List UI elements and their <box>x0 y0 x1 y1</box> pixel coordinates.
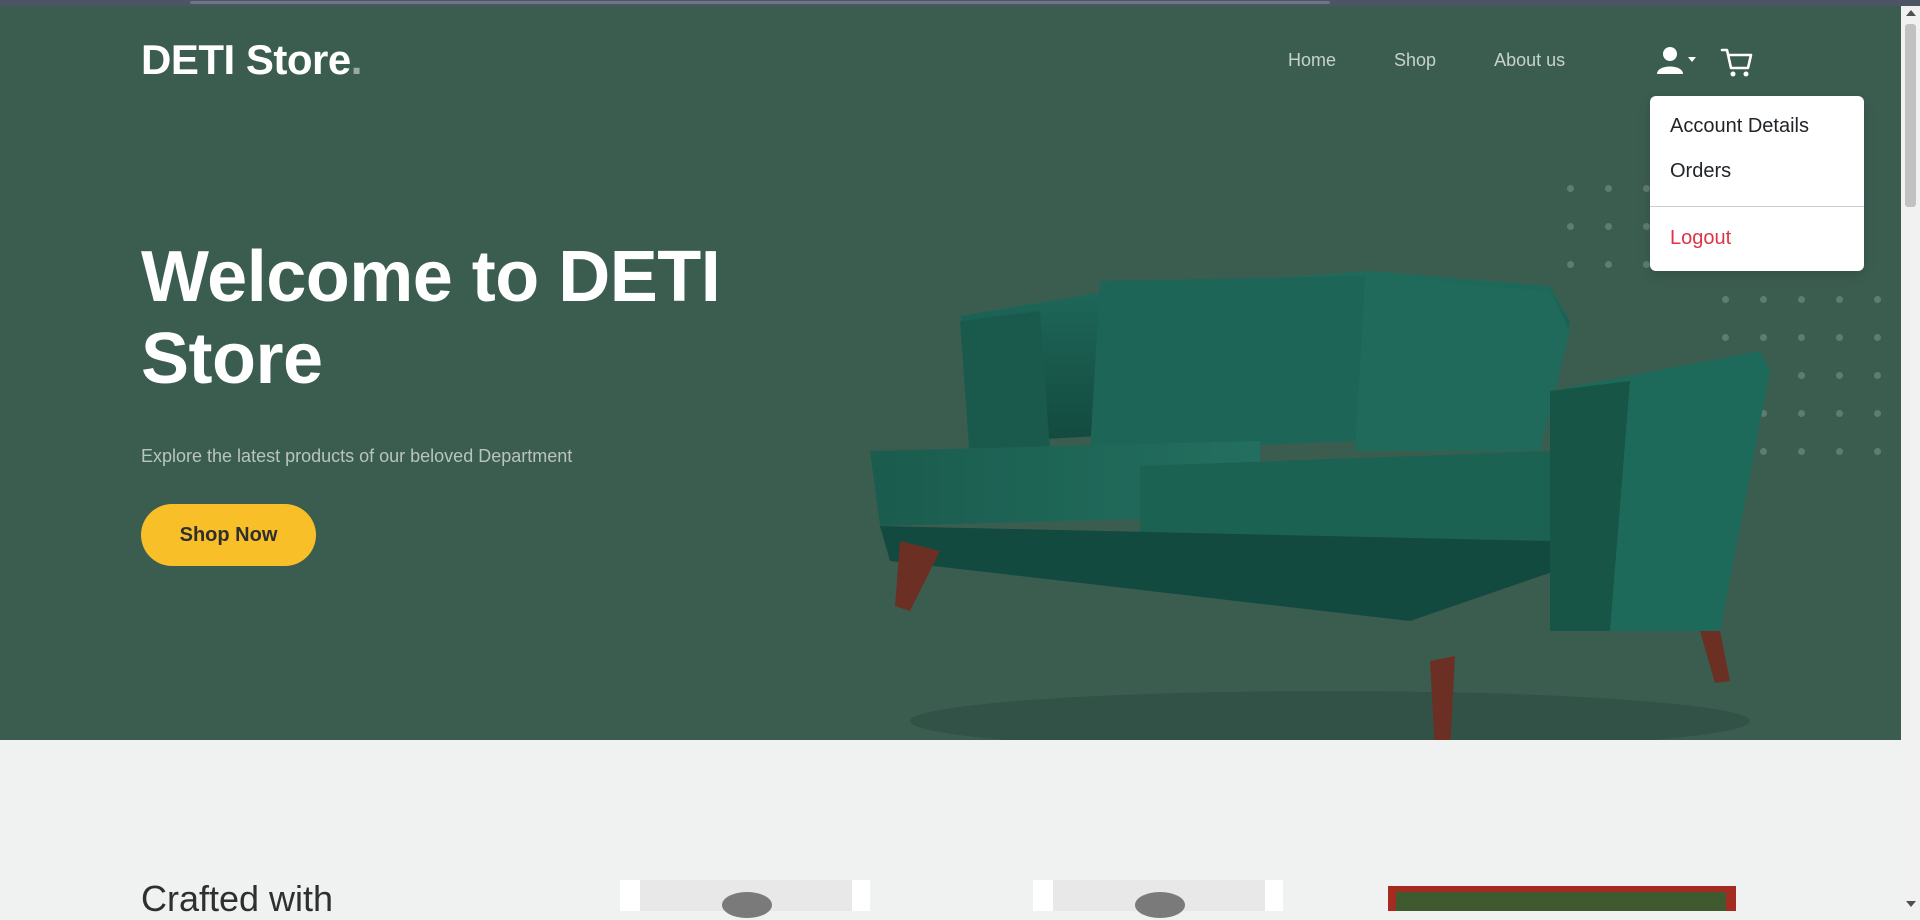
product-card[interactable] <box>620 880 870 918</box>
cart-button[interactable] <box>1720 44 1754 80</box>
nav-home[interactable]: Home <box>1288 50 1336 71</box>
user-menu-button[interactable] <box>1656 44 1700 80</box>
caret-down-icon <box>1688 57 1696 62</box>
hero-subtitle: Explore the latest products of our belov… <box>141 446 573 466</box>
nav-shop[interactable]: Shop <box>1394 50 1436 71</box>
hero-section: DETI Store. Home Shop About us Welcome t… <box>0 6 1901 740</box>
brand-dot: . <box>350 36 363 83</box>
account-dropdown: Account Details Orders Logout <box>1650 96 1864 271</box>
scrollbar-thumb[interactable] <box>1905 24 1916 207</box>
scroll-up-icon[interactable] <box>1906 10 1916 16</box>
shop-now-button[interactable]: Shop Now <box>141 504 316 566</box>
cart-icon <box>1720 48 1753 77</box>
dropdown-divider <box>1650 206 1864 207</box>
logout-link[interactable]: Logout <box>1670 227 1731 250</box>
scroll-down-icon[interactable] <box>1906 901 1916 907</box>
orders-link[interactable]: Orders <box>1670 160 1731 183</box>
scrollbar[interactable] <box>1901 6 1920 911</box>
brand-name: DETI Store <box>141 36 351 83</box>
brand-logo[interactable]: DETI Store. <box>141 36 362 84</box>
section-heading: Crafted with <box>141 878 334 919</box>
hero-title: Welcome to DETI Store <box>141 237 721 399</box>
nav-about-us[interactable]: About us <box>1494 50 1565 71</box>
main-nav: Home Shop About us <box>1288 50 1565 71</box>
account-details-link[interactable]: Account Details <box>1670 115 1809 138</box>
product-card[interactable] <box>1388 886 1736 911</box>
product-card[interactable] <box>1033 880 1283 918</box>
user-icon <box>1657 47 1696 74</box>
sofa-image <box>870 271 1770 740</box>
